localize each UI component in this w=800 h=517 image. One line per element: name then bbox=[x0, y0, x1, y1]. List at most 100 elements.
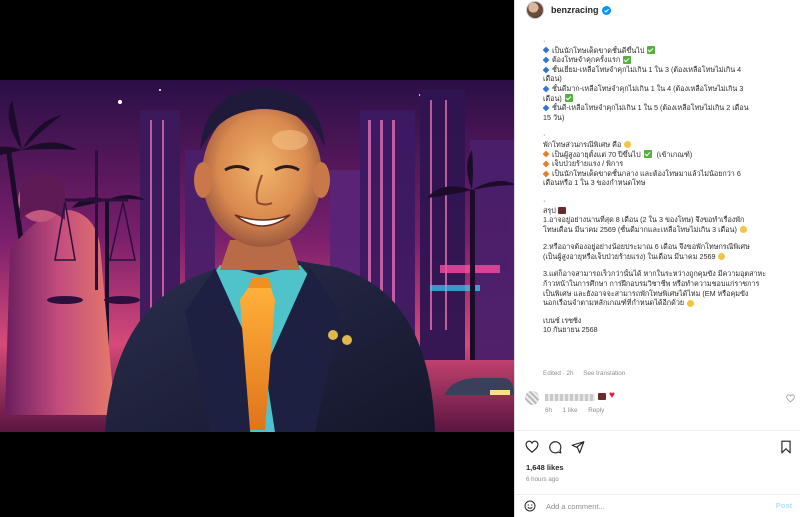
caption-text: 1.อาจอยู่อย่างนานที่สุด 8 เดือน (2 ใน 3 … bbox=[543, 215, 745, 225]
caption-line: 1.อาจอยู่อย่างนานที่สุด 8 เดือน (2 ใน 3 … bbox=[543, 215, 787, 225]
post-comment-button[interactable]: Post bbox=[776, 501, 792, 510]
caption-text: เป็นพิเศษ และยังอาจจะสามารถพักโทษพิเศษได… bbox=[543, 288, 749, 298]
comment-heart-emoji: ♥ bbox=[609, 390, 615, 401]
comment-reply-button[interactable]: Reply bbox=[588, 407, 604, 414]
caption-line: 2.หรืออาจต้องอยู่อย่างน้อยประมาณ 6 เดือน… bbox=[543, 242, 787, 252]
blue-diamond-icon bbox=[543, 85, 550, 93]
caption-line: ชั้นเยี่ยม-เหลือโทษจำคุกไม่เกิน 1 ใน 3 (… bbox=[543, 65, 787, 75]
caption-gap bbox=[543, 308, 787, 316]
post-side-panel: benzracing · เป็นนักโทษเด็ดขาดชั้นดีขึ้นไ… bbox=[514, 0, 800, 517]
caption-text: เดือน) bbox=[543, 74, 562, 84]
check-mark-icon bbox=[643, 150, 652, 159]
action-bar bbox=[515, 430, 800, 464]
check-mark-icon bbox=[564, 94, 573, 103]
comment-time: 6h bbox=[545, 407, 553, 414]
caption-line: · bbox=[543, 196, 787, 206]
caption-line: ชั้นดีมาก-เหลือโทษจำคุกไม่เกิน 1 ใน 4 (ต… bbox=[543, 84, 787, 94]
caption-line: เดือน) bbox=[543, 94, 787, 104]
post-image[interactable] bbox=[0, 0, 514, 517]
caption-line: · bbox=[543, 130, 787, 140]
add-comment-input[interactable] bbox=[546, 499, 746, 513]
smile-emoji-icon bbox=[624, 141, 632, 149]
caption-text: 10 กันยายน 2568 bbox=[543, 325, 598, 335]
caption-text: 15 วัน) bbox=[543, 112, 565, 122]
caption-line: เป็นนักโทษเด็ดขาดชั้นดีขึ้นไป bbox=[543, 46, 787, 56]
username-link[interactable]: benzracing bbox=[551, 5, 599, 15]
caption-text: ชั้นดี-เหลือโทษจำคุกไม่เกิน 1 ใน 5 (ต้อง… bbox=[552, 103, 749, 113]
emoji-icon bbox=[557, 206, 566, 214]
comment-bubble-icon[interactable] bbox=[548, 440, 562, 454]
paper-plane-icon[interactable] bbox=[571, 440, 585, 454]
caption-line: เจ็บป่วยร้ายแรง / พิการ bbox=[543, 159, 787, 169]
caption-text: พักโทษส่วนกรณีพิเศษ คือ bbox=[543, 139, 622, 149]
caption-text: · bbox=[543, 195, 546, 205]
caption-line: (เป็นผู้สูงอายุหรือเจ็บป่วยร้ายแรง) ในเด… bbox=[543, 252, 787, 262]
caption-line: เบนซ์ เรซซิ่ง bbox=[543, 316, 787, 326]
caption-line: 10 กันยายน 2568 bbox=[543, 325, 787, 335]
caption-text-after: (เข้าเกณฑ์) bbox=[654, 149, 693, 159]
caption-text: สรุป bbox=[543, 205, 556, 215]
avatar[interactable] bbox=[526, 1, 544, 19]
caption-text: เบนซ์ เรซซิ่ง bbox=[543, 315, 582, 325]
orange-diamond-icon bbox=[543, 150, 550, 158]
see-translation-link[interactable]: See translation bbox=[583, 370, 625, 377]
caption-line: เดือนหรือ 1 ใน 3 ของกำหนดโทษ bbox=[543, 178, 787, 188]
blue-diamond-icon bbox=[543, 104, 550, 112]
caption-text: เดือน) bbox=[543, 93, 562, 103]
caption-text: ต้องโทษจำคุกครั้งแรก bbox=[552, 55, 621, 65]
caption-line: เป็นนักโทษเด็ดขาดชั้นกลาง และต้องโทษมาแล… bbox=[543, 169, 787, 179]
commenter-avatar[interactable] bbox=[525, 391, 539, 405]
edited-timestamp: Edited · 2h bbox=[543, 370, 574, 377]
caption-gap bbox=[543, 188, 787, 196]
caption-line: สรุป bbox=[543, 206, 787, 216]
bookmark-icon[interactable] bbox=[779, 440, 793, 454]
caption-line: เดือน) bbox=[543, 74, 787, 84]
caption-line: เป็นพิเศษ และยังอาจจะสามารถพักโทษพิเศษได… bbox=[543, 289, 787, 299]
caption-text: เป็นนักโทษเด็ดขาดชั้นกลาง และต้องโทษมาแล… bbox=[552, 168, 741, 178]
likes-count[interactable]: 1,648 likes bbox=[526, 463, 564, 472]
caption-text: ก้าวหน้าในการศึกษา การฝึกอบรมวิชาชีพ หรื… bbox=[543, 279, 760, 289]
caption-line: ชั้นดี-เหลือโทษจำคุกไม่เกิน 1 ใน 5 (ต้อง… bbox=[543, 103, 787, 113]
caption-text: นอกเรือนจำตามหลักเกณฑ์ที่กำหนดได้อีกด้วย bbox=[543, 298, 685, 308]
post-illustration bbox=[0, 80, 514, 432]
caption-text: · bbox=[543, 130, 546, 140]
blue-diamond-icon bbox=[543, 66, 550, 73]
caption-line: 3.แต่ก็อาจสามารถเร็วกว่านั้นได้ หากในระห… bbox=[543, 269, 787, 279]
blue-diamond-icon bbox=[543, 46, 550, 54]
comment-meta: 6h 1 like Reply bbox=[545, 407, 613, 414]
check-mark-icon bbox=[647, 46, 656, 55]
caption-gap bbox=[543, 122, 787, 130]
emoji-smiley-icon[interactable] bbox=[524, 500, 536, 512]
caption-meta: Edited · 2h See translation bbox=[543, 370, 633, 377]
caption-text: โทษเดือน มีนาคม 2569 (ชั้นดีมากและเหลือโ… bbox=[543, 224, 737, 234]
caption-text: ชั้นเยี่ยม-เหลือโทษจำคุกไม่เกิน 1 ใน 3 (… bbox=[552, 64, 742, 74]
comment-item: ♥ 6h 1 like Reply bbox=[525, 390, 795, 424]
caption-text: เป็นนักโทษเด็ดขาดชั้นดีขึ้นไป bbox=[552, 45, 645, 55]
comment-like-heart-icon[interactable] bbox=[786, 394, 795, 403]
check-mark-icon bbox=[623, 55, 632, 64]
caption-line: เป็นผู้สูงอายุตั้งแต่ 70 ปีขึ้นไป (เข้าเ… bbox=[543, 150, 787, 160]
smile-emoji-icon bbox=[687, 299, 695, 307]
caption-line: ก้าวหน้าในการศึกษา การฝึกอบรมวิชาชีพ หรื… bbox=[543, 279, 787, 289]
post-timestamp[interactable]: 6 hours ago bbox=[526, 476, 559, 483]
caption-gap bbox=[543, 234, 787, 242]
caption-line: ต้องโทษจำคุกครั้งแรก bbox=[543, 55, 787, 65]
caption-line: 15 วัน) bbox=[543, 113, 787, 123]
post-caption: · เป็นนักโทษเด็ดขาดชั้นดีขึ้นไป ต้องโทษจำค… bbox=[543, 36, 787, 376]
caption-gap bbox=[543, 261, 787, 269]
add-comment-bar: Post bbox=[515, 494, 800, 517]
verified-badge-icon bbox=[601, 5, 611, 15]
post-header: benzracing bbox=[515, 0, 800, 20]
caption-text: 2.หรืออาจต้องอยู่อย่างน้อยประมาณ 6 เดือน… bbox=[543, 242, 750, 252]
caption-text: เดือนหรือ 1 ใน 3 ของกำหนดโทษ bbox=[543, 178, 646, 188]
comment-likes[interactable]: 1 like bbox=[563, 407, 578, 414]
smile-emoji-icon bbox=[739, 225, 747, 233]
orange-diamond-icon bbox=[543, 160, 550, 168]
caption-text: เจ็บป่วยร้ายแรง / พิการ bbox=[552, 159, 624, 169]
heart-outline-icon[interactable] bbox=[525, 440, 539, 454]
commenter-name-blurred[interactable] bbox=[545, 394, 595, 401]
smile-emoji-icon bbox=[718, 253, 726, 261]
caption-text: (เป็นผู้สูงอายุหรือเจ็บป่วยร้ายแรง) ในเด… bbox=[543, 251, 716, 261]
comment-emoji bbox=[598, 393, 606, 400]
orange-diamond-icon bbox=[543, 170, 550, 177]
